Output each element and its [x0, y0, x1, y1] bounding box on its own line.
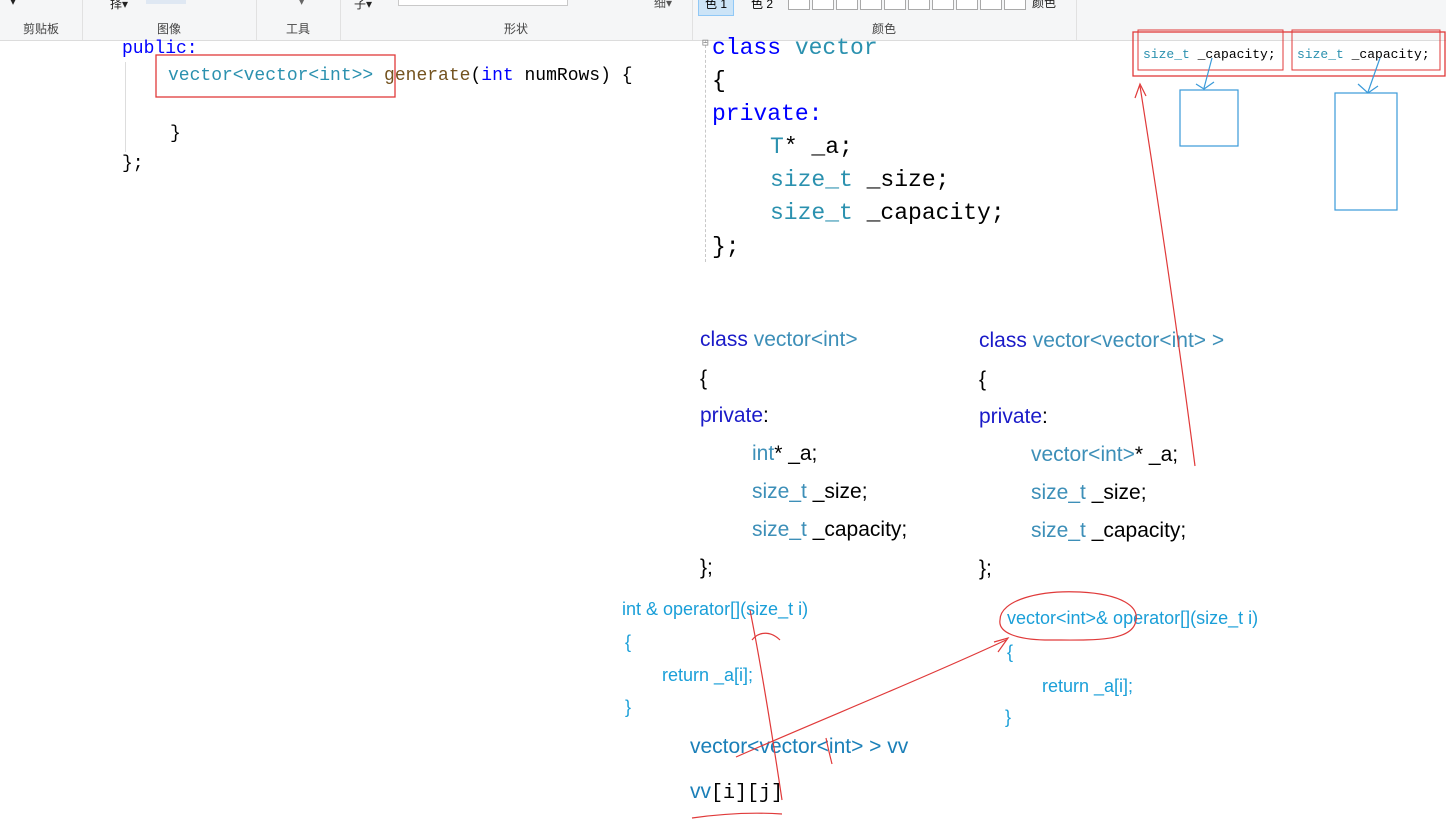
thumb-left-capacity: size_t _capacity; [1143, 47, 1276, 62]
open-brace: { [712, 68, 726, 94]
vector-vector-member-capacity: size_t _capacity; [1031, 519, 1187, 542]
function-name: generate [384, 66, 471, 86]
size-button[interactable]: 细▾ [654, 0, 672, 11]
vector-vector-member-size: size_t _size; [1031, 481, 1147, 504]
vector-vector-op-close: } [1005, 707, 1012, 727]
fold-guide [705, 40, 707, 262]
indent-guide [125, 62, 126, 152]
vector-vector-member-a: vector<int>* _a; [1031, 443, 1179, 466]
vv-declaration: vector<vector<int> > vv [690, 735, 909, 758]
paste-dropdown-icon[interactable]: ▾ [10, 0, 16, 8]
color-swatch[interactable] [884, 0, 906, 10]
array-box-tall [1334, 92, 1398, 211]
vector-vector-op-body: return _a[i]; [1042, 676, 1134, 696]
tools-group: ⌒ ⌒ ▾ 工具 [256, 0, 341, 40]
array-box-small [1179, 89, 1239, 147]
generate-signature: vector<vector<int>> generate(int numRows… [168, 66, 633, 86]
class-closing: }; [122, 154, 144, 174]
return-type: vector<vector<int>> [168, 66, 374, 86]
red-arrowhead-operator [993, 636, 1010, 653]
red-link-line [1139, 85, 1196, 467]
member-a: T* _a; [770, 134, 853, 160]
image-group: 择▾ 图像 [82, 0, 257, 40]
clipboard-group-label: 剪贴板 [22, 22, 59, 36]
red-vertical-line [749, 609, 783, 801]
color-swatch[interactable] [836, 0, 858, 10]
color-swatch[interactable] [860, 0, 882, 10]
member-capacity: size_t _capacity; [770, 200, 1005, 226]
pointer-arrow-left [1203, 57, 1213, 89]
color-swatch[interactable] [956, 0, 978, 10]
color-swatch[interactable] [908, 0, 930, 10]
public-label: public: [122, 39, 198, 59]
edit-colors-button[interactable]: 颜色 [1032, 0, 1056, 11]
color-swatch[interactable] [812, 0, 834, 10]
pointer-arrow-right [1367, 57, 1381, 93]
clipboard-group: ▾ 剪贴板 [0, 0, 83, 40]
closing-brace: } [170, 124, 181, 144]
vector-int-private: private: [700, 404, 769, 427]
member-size: size_t _size; [770, 167, 950, 193]
vector-int-op-body: return _a[i]; [662, 665, 754, 685]
vector-vector-open: { [979, 368, 987, 391]
colors-group: 色 1 色 2 颜色 颜色 [692, 0, 1077, 40]
vector-int-title: class vector<int> [700, 328, 858, 351]
thumb-right-capacity: size_t _capacity; [1297, 47, 1430, 62]
select-button[interactable]: 择▾ [110, 0, 128, 12]
vector-vector-private: private: [979, 405, 1048, 428]
tool-icons[interactable]: ⌒ ⌒ ▾ [268, 0, 305, 9]
red-link-arrowhead [1134, 82, 1147, 99]
red-underline [691, 812, 783, 819]
color1-button[interactable]: 色 1 [698, 0, 735, 16]
vector-vector-close: }; [979, 557, 992, 580]
vector-vector-title: class vector<vector<int> > [979, 329, 1225, 352]
vector-int-member-capacity: size_t _capacity; [752, 518, 908, 541]
text-button[interactable]: 子▾ [354, 0, 372, 12]
private-label: private: [712, 101, 823, 127]
vector-int-operator: int & operator[](size_t i) [622, 599, 809, 619]
vector-int-close: }; [700, 556, 713, 579]
vector-int-op-open: { [625, 632, 632, 652]
shapes-group: 子▾ 细▾ 形状 [340, 0, 693, 40]
tools-group-label: 工具 [285, 22, 310, 36]
shapes-gallery[interactable] [398, 0, 568, 6]
color-swatch[interactable] [788, 0, 810, 10]
vector-vector-operator: vector<int>& operator[](size_t i) [1007, 608, 1259, 628]
red-arc-left [751, 632, 781, 641]
crop-button[interactable] [146, 0, 186, 4]
vv-access: vv[i][j] [690, 780, 784, 805]
pointer-arrowhead-left [1195, 81, 1215, 90]
pointer-arrowhead-right [1357, 83, 1379, 94]
vector-int-open: { [700, 367, 708, 390]
collapse-icon[interactable]: ⊟ [702, 36, 709, 50]
vector-int-member-size: size_t _size; [752, 480, 868, 503]
class-header: class vector [712, 35, 878, 61]
color-swatch[interactable] [932, 0, 954, 10]
color2-button[interactable]: 色 2 [744, 0, 780, 16]
color-swatch[interactable] [1004, 0, 1026, 10]
vector-vector-op-open: { [1007, 642, 1014, 662]
vector-int-op-close: } [625, 697, 632, 717]
color-swatch[interactable] [980, 0, 1002, 10]
shapes-group-label: 形状 [503, 22, 528, 36]
vector-int-member-a: int* _a; [752, 442, 818, 465]
image-group-label: 图像 [156, 22, 181, 36]
param-type: int [481, 66, 514, 86]
close-brace: }; [712, 234, 740, 260]
